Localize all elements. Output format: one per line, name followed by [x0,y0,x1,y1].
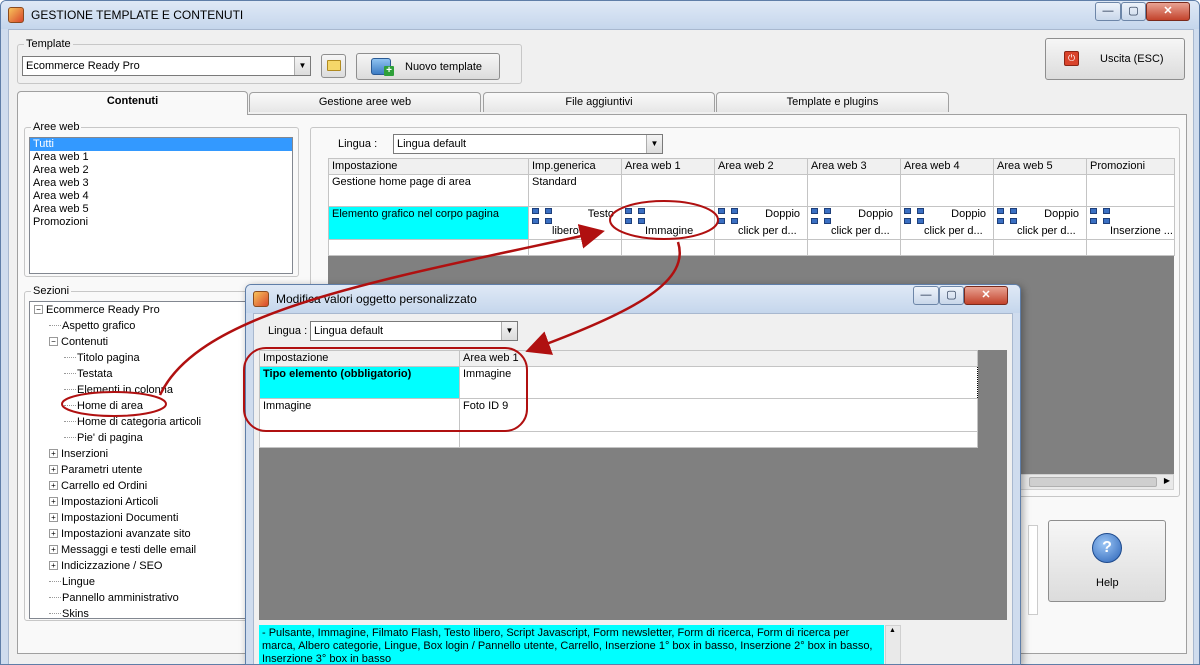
highlight-home-di-area [61,391,167,417]
highlight-immagine-cell [609,200,719,240]
highlight-dialog-rows [243,347,528,432]
arrow-to-grid [158,224,605,396]
arrow-to-dialog [525,241,681,355]
tab-contenuti[interactable]: Contenuti [17,91,248,115]
